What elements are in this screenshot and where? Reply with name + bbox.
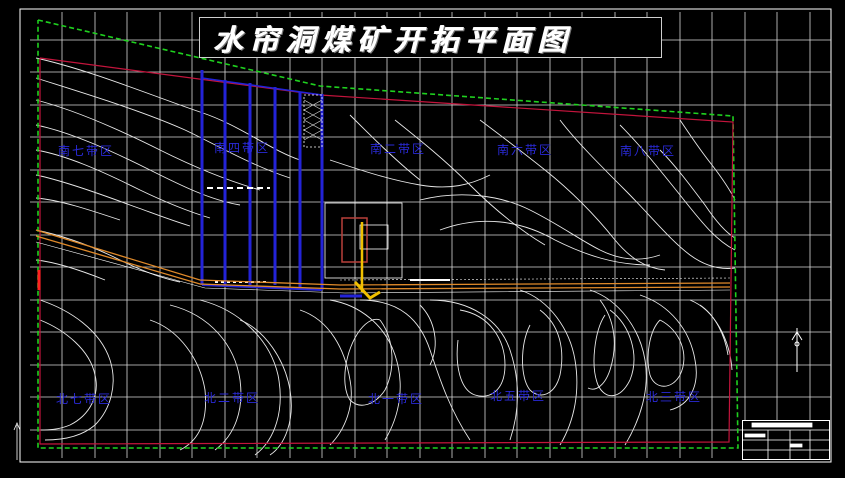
shaft-structure xyxy=(359,224,389,250)
zone-label-north-7: 北七带区 xyxy=(56,392,113,406)
cross-hatched-block xyxy=(303,94,323,148)
zone-label-south-4: 南四带区 xyxy=(214,141,271,155)
zone-label-south-2: 南二带区 xyxy=(370,142,427,156)
zone-label-south-7: 南七带区 xyxy=(58,144,115,158)
sheet-frame xyxy=(19,8,832,463)
zone-label-north-5: 北五带区 xyxy=(490,389,547,403)
map-title: 水帘洞煤矿开拓平面图 xyxy=(214,22,575,57)
map-title-box: 水帘洞煤矿开拓平面图 xyxy=(199,17,662,58)
coordinate-grid xyxy=(30,12,831,458)
title-block-frame xyxy=(742,420,830,460)
main-roadways xyxy=(35,222,731,300)
zone-label-north-2: 北二带区 xyxy=(204,391,261,405)
zone-label-north-3: 北三带区 xyxy=(646,390,703,404)
zone-label-north-1: 北一带区 xyxy=(368,392,425,406)
zone-label-south-6: 南六带区 xyxy=(497,143,554,157)
hatch-pattern xyxy=(303,99,323,141)
left-scale-arrow-icon xyxy=(13,421,21,460)
zone-label-south-8: 南八带区 xyxy=(620,144,677,158)
